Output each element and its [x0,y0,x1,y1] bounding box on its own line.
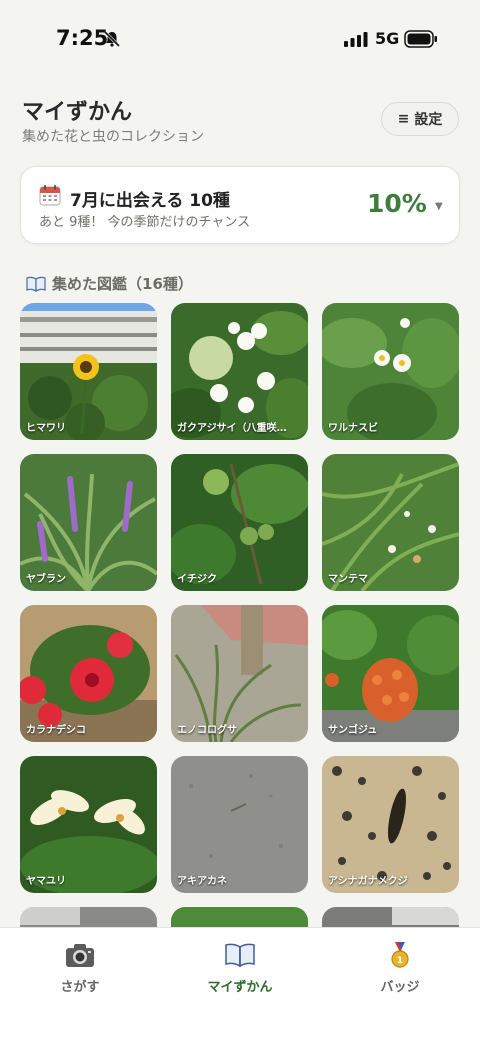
status-time: 7:25 [56,26,109,50]
tab-label: バッジ [380,980,420,995]
collection-tile[interactable] [322,907,459,927]
camera-icon [66,944,94,967]
settings-label: 設定 [414,112,443,128]
open-book-icon [26,276,46,292]
tab-my-zukan[interactable]: マイずかん [185,942,295,995]
menu-icon: ≡ [397,111,410,127]
season-subtext: あと 9種！ 今の季節だけのチャンス [39,215,251,230]
signal-icon [344,32,368,47]
collection-grid: ヒマワリ ガクアジサイ（八重咲… ワルナスビ ヤブラン イチジク マンテマ カラ… [20,303,460,927]
tile-label: ガクアジサイ（八重咲… [177,423,287,434]
tile-label: アキアカネ [177,876,227,887]
page-title: マイずかん [22,100,133,125]
calendar-icon [39,185,61,206]
collection-tile[interactable]: マンテマ [322,454,459,591]
tile-label: ヤマユリ [26,876,66,887]
tile-photo [322,907,459,927]
tab-search[interactable]: さがす [25,942,135,995]
status-bar: 7:25 5G [0,0,480,78]
tile-label: アシナガナメクジ [328,876,408,887]
season-headline: 7月に出会える 10種 [70,191,230,211]
collection-tile[interactable]: ヤマユリ [20,756,157,893]
tile-photo [20,907,157,927]
tile-label: ヤブラン [26,574,66,585]
tab-label: さがす [60,980,100,995]
tile-label: サンゴジュ [328,725,378,736]
settings-button[interactable]: ≡ 設定 [381,102,459,136]
season-progress-card[interactable]: 7月に出会える 10種 あと 9種！ 今の季節だけのチャンス 10% ▼ [20,166,460,244]
page-subtitle: 集めた花と虫のコレクション [22,129,204,145]
collection-tile[interactable]: エノコログサ [171,605,308,742]
tile-label: ヒマワリ [26,423,66,434]
medal-icon: 1 [391,942,409,968]
collection-tile[interactable]: アキアカネ [171,756,308,893]
svg-text:1: 1 [397,956,403,966]
tab-badges[interactable]: 1 バッジ [345,942,455,995]
tile-label: エノコログサ [177,725,237,736]
collection-tile[interactable]: アシナガナメクジ [322,756,459,893]
collection-heading-text: 集めた図鑑（16種） [52,275,193,293]
tab-bar: さがす マイずかん 1 バッジ [0,927,480,1044]
collection-tile[interactable]: カラナデシコ [20,605,157,742]
tile-photo [171,907,308,927]
collection-tile[interactable]: ワルナスビ [322,303,459,440]
book-icon [225,943,255,968]
season-percent: 10% [367,189,427,218]
bell-muted-icon [103,30,121,48]
collection-heading: 集めた図鑑（16種） [26,273,193,294]
tile-label: イチジク [177,574,217,585]
tile-label: カラナデシコ [26,725,86,736]
collection-tile[interactable]: ヒマワリ [20,303,157,440]
collection-tile[interactable]: ガクアジサイ（八重咲… [171,303,308,440]
tab-label: マイずかん [207,980,273,995]
collection-tile[interactable]: ヤブラン [20,454,157,591]
battery-icon [404,30,437,48]
collection-tile[interactable]: サンゴジュ [322,605,459,742]
collection-tile[interactable] [20,907,157,927]
tile-label: ワルナスビ [328,423,378,434]
chevron-down-icon[interactable]: ▼ [435,201,443,212]
network-type: 5G [375,29,400,48]
collection-tile[interactable]: イチジク [171,454,308,591]
collection-tile[interactable] [171,907,308,927]
tile-label: マンテマ [328,574,368,585]
